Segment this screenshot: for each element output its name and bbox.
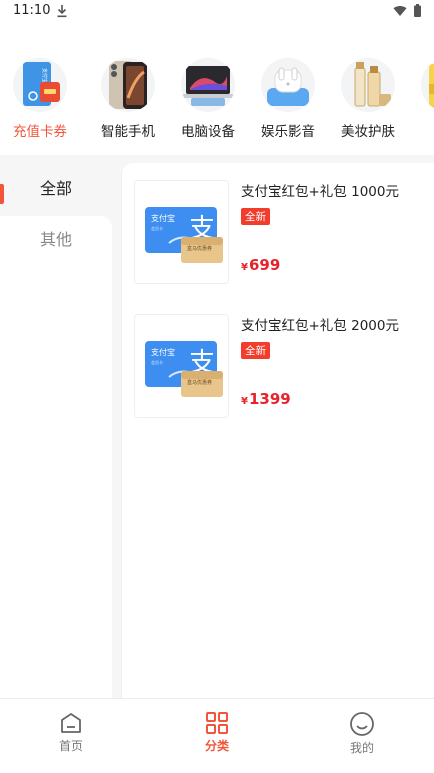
tab-label: 我的	[349, 741, 374, 755]
sidebar-item-all[interactable]: 全部	[0, 160, 112, 218]
sidebar-item-label: 其他	[39, 230, 72, 249]
category-item-recharge[interactable]: 支付宝 充值卡券	[0, 58, 80, 144]
active-indicator	[0, 184, 4, 204]
category-item-computer[interactable]: 电脑设备	[168, 58, 248, 144]
voucher-text: 盒马优惠券	[187, 245, 212, 252]
product-price: ¥1399	[241, 390, 291, 408]
category-label: 智能手机	[101, 124, 155, 140]
product-card[interactable]: 支付宝 会员卡 支 盒马优惠券 支付宝红包+礼包 2000元 全新 ¥1399	[134, 314, 434, 424]
category-label: 娱乐影音	[261, 124, 315, 140]
product-title: 支付宝红包+礼包 2000元	[241, 318, 399, 334]
food-image	[421, 58, 434, 112]
category-item-entertainment[interactable]: 娱乐影音	[248, 58, 328, 144]
currency-symbol: ¥	[241, 262, 248, 273]
product-thumbnail: 支付宝 会员卡 支 盒马优惠券	[134, 180, 229, 284]
price-value: 699	[248, 256, 281, 274]
product-thumbnail: 支付宝 会员卡 支 盒马优惠券	[134, 314, 229, 418]
profile-icon	[350, 712, 374, 736]
tab-profile[interactable]: 我的	[322, 711, 402, 761]
tab-home[interactable]: 首页	[31, 711, 111, 761]
home-icon	[61, 713, 81, 733]
product-list: 支付宝 会员卡 支 盒马优惠券 支付宝红包+礼包 1000元 全新 ¥699 支…	[122, 163, 434, 700]
smartphone-image	[101, 58, 155, 112]
earbuds-image	[261, 58, 315, 112]
grid-icon	[206, 712, 228, 734]
giftcard-image: 支付宝	[13, 58, 67, 112]
condition-badge: 全新	[241, 342, 270, 359]
laptop-image	[181, 58, 235, 112]
product-title: 支付宝红包+礼包 1000元	[241, 184, 399, 200]
category-label: 食品	[408, 120, 434, 140]
card-sub-text: 会员卡	[151, 359, 163, 365]
category-strip: 支付宝 充值卡券 智能手机 电脑设备 娱乐影音 美妆护肤	[0, 58, 434, 144]
currency-symbol: ¥	[241, 396, 248, 407]
sidebar-list	[0, 216, 112, 700]
bottom-nav: 首页 分类 我的	[0, 698, 434, 773]
category-item-beauty[interactable]: 美妆护肤	[328, 58, 408, 144]
status-bar: 11:10	[0, 0, 434, 26]
svg-text:支付宝: 支付宝	[41, 68, 48, 83]
product-price: ¥699	[241, 256, 280, 274]
tab-label: 分类	[204, 739, 229, 753]
sidebar-item-label: 全部	[39, 179, 72, 198]
tab-label: 首页	[58, 739, 83, 753]
card-brand-text: 支付宝	[151, 347, 175, 357]
card-sub-text: 会员卡	[151, 225, 163, 231]
product-card[interactable]: 支付宝 会员卡 支 盒马优惠券 支付宝红包+礼包 1000元 全新 ¥699	[134, 180, 434, 290]
download-icon	[57, 5, 67, 18]
category-item-food[interactable]: 食品	[408, 58, 434, 144]
wifi-icon	[393, 5, 407, 16]
card-brand-text: 支付宝	[151, 213, 175, 223]
voucher-text: 盒马优惠券	[187, 379, 212, 386]
skincare-image	[341, 58, 395, 112]
sidebar-item-other[interactable]: 其他	[0, 211, 112, 269]
category-item-phone[interactable]: 智能手机	[88, 58, 168, 144]
battery-icon	[414, 4, 421, 17]
price-value: 1399	[248, 390, 291, 408]
status-time: 11:10	[13, 3, 51, 18]
category-label: 美妆护肤	[341, 124, 395, 140]
tab-category[interactable]: 分类	[177, 711, 257, 761]
condition-badge: 全新	[241, 208, 270, 225]
category-label: 电脑设备	[181, 124, 235, 140]
category-label: 充值卡券	[13, 124, 67, 140]
